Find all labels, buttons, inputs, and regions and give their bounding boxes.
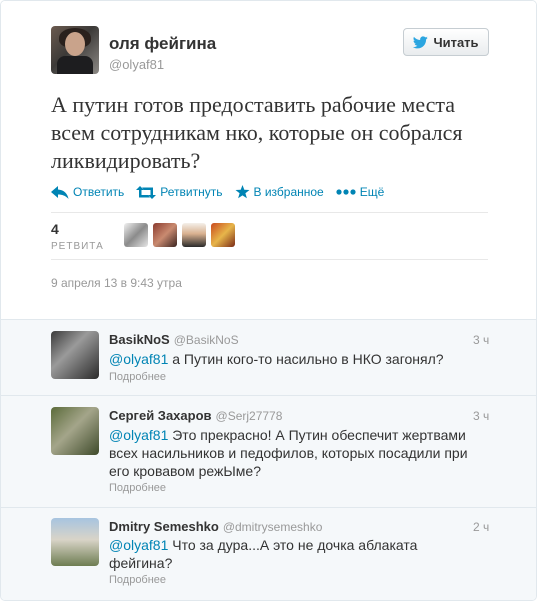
reply-author-name: Сергей Захаров (109, 408, 212, 423)
reply-text: @olyaf81 Что за дура...А это не дочка аб… (109, 536, 477, 572)
reply-author[interactable]: Dmitry Semeshko @dmitrysemeshko (109, 519, 322, 534)
reply-details-link[interactable]: Подробнее (109, 371, 166, 383)
more-label: Ещё (359, 185, 385, 199)
main-tweet: оля фейгина @olyaf81 Читать А путин гото… (1, 1, 536, 319)
tweet-card: оля фейгина @olyaf81 Читать А путин гото… (0, 0, 537, 601)
tweet-text: А путин готов предоставить рабочие места… (51, 92, 463, 173)
reply-icon (51, 185, 69, 199)
reply-text: @olyaf81 а Путин кого-то насильно в НКО … (109, 350, 477, 368)
more-button[interactable]: Ещё (336, 183, 385, 201)
reply-avatar[interactable] (51, 407, 99, 455)
tweet-timestamp[interactable]: 9 апреля 13 в 9:43 утра (51, 276, 182, 290)
tweet-actions: Ответить Ретвитнуть В избранное Ещё (51, 183, 396, 201)
reply-avatar[interactable] (51, 518, 99, 566)
retweet-button[interactable]: Ретвитнуть (136, 183, 223, 201)
reply-label: Ответить (73, 185, 125, 199)
retweet-count: 4 (51, 221, 59, 237)
reply-details-link[interactable]: Подробнее (109, 574, 166, 586)
reply-item[interactable]: Сергей Захаров @Serj27778 3 ч @olyaf81 Эт… (1, 396, 536, 508)
reply-time[interactable]: 2 ч (473, 520, 489, 534)
retweeter-avatars (124, 223, 235, 247)
favorite-button[interactable]: В избранное (235, 183, 324, 201)
retweet-icon (136, 185, 157, 199)
reply-author-handle: @dmitrysemeshko (222, 520, 323, 534)
reply-mention[interactable]: @olyaf81 (109, 351, 168, 367)
retweet-stats[interactable]: 4 РЕТВИТА (51, 221, 104, 252)
retweeter-avatar[interactable] (153, 223, 177, 247)
favorite-label: В избранное (253, 185, 324, 199)
reply-text: @olyaf81 Это прекрасно! А Путин обеспечи… (109, 426, 477, 480)
reply-mention[interactable]: @olyaf81 (109, 427, 168, 443)
twitter-bird-icon (413, 35, 429, 48)
reply-body: а Путин кого-то насильно в НКО загонял? (168, 351, 444, 367)
reply-time[interactable]: 3 ч (473, 409, 489, 423)
divider (51, 259, 488, 260)
replies-list: BasikNoS @BasikNoS 3 ч @olyaf81 а Путин к… (1, 319, 536, 600)
reply-author-name: Dmitry Semeshko (109, 519, 219, 534)
reply-author[interactable]: Сергей Захаров @Serj27778 (109, 408, 282, 423)
retweet-label: Ретвитнуть (160, 185, 223, 199)
author-name[interactable]: оля фейгина (109, 34, 216, 54)
divider (51, 212, 488, 213)
follow-button[interactable]: Читать (403, 28, 489, 56)
reply-details-link[interactable]: Подробнее (109, 482, 166, 494)
reply-author[interactable]: BasikNoS @BasikNoS (109, 332, 239, 347)
author-avatar[interactable] (51, 26, 99, 74)
star-icon (235, 185, 249, 199)
reply-author-handle: @Serj27778 (215, 409, 283, 423)
retweeter-avatar[interactable] (182, 223, 206, 247)
reply-time[interactable]: 3 ч (473, 333, 489, 347)
reply-mention[interactable]: @olyaf81 (109, 537, 168, 553)
retweeter-avatar[interactable] (211, 223, 235, 247)
reply-button[interactable]: Ответить (51, 183, 124, 201)
reply-avatar[interactable] (51, 331, 99, 379)
retweet-count-label: РЕТВИТА (51, 241, 104, 252)
retweeter-avatar[interactable] (124, 223, 148, 247)
author-handle[interactable]: @olyaf81 (109, 57, 164, 72)
reply-item[interactable]: BasikNoS @BasikNoS 3 ч @olyaf81 а Путин к… (1, 320, 536, 396)
reply-author-name: BasikNoS (109, 332, 170, 347)
reply-item[interactable]: Dmitry Semeshko @dmitrysemeshko 2 ч @olya… (1, 508, 536, 600)
follow-button-label: Читать (433, 34, 479, 50)
more-dots-icon (336, 189, 356, 195)
reply-author-handle: @BasikNoS (173, 333, 239, 347)
